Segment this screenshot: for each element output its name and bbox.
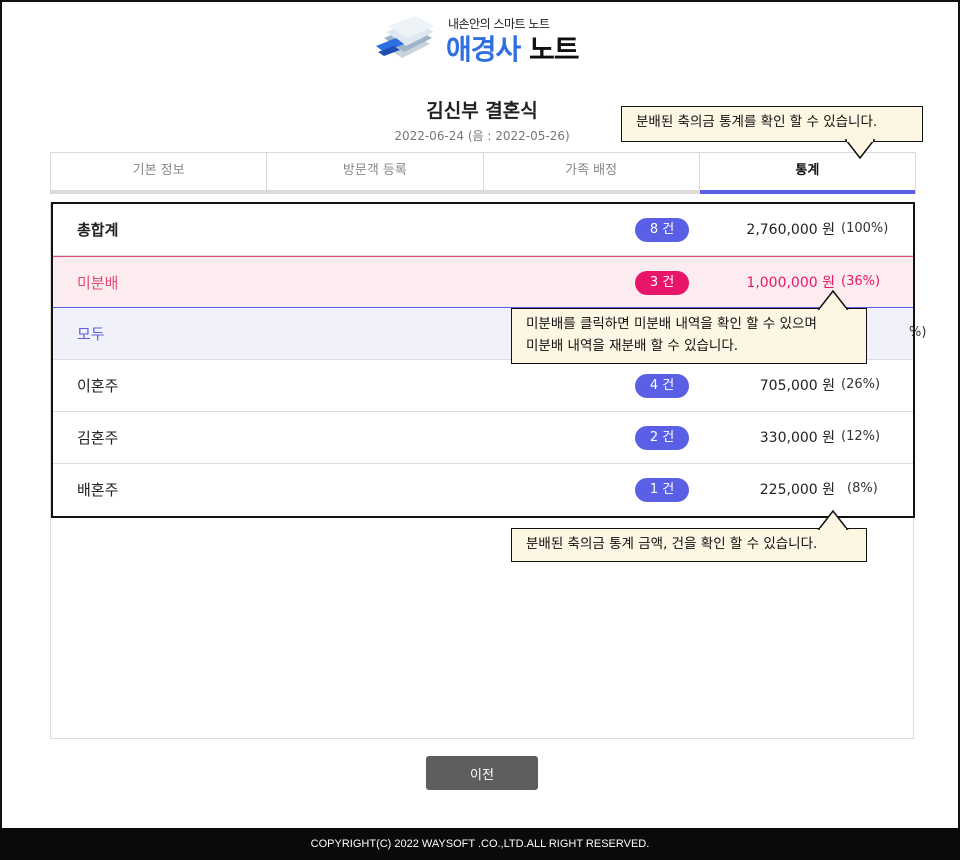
tab-basic-info[interactable]: 기본 정보 [51,153,268,194]
count-badge: 2 건 [635,426,689,450]
tooltip-text-line1: 미분배를 클릭하면 미분배 내역을 확인 할 수 있으며 [526,316,817,332]
stats-row-unassigned[interactable]: 미분배 3 건 1,000,000 원 (36%) [53,256,913,308]
tooltip-text: 분배된 축의금 통계 금액, 건을 확인 할 수 있습니다. [526,536,818,552]
prev-button[interactable]: 이전 [426,756,538,790]
app-logo: 내손안의 스마트 노트 애경사 노트 [372,12,612,66]
count-badge: 3 건 [635,271,689,295]
logo-title-brand: 애경사 [446,33,521,66]
stats-row-groom-kim[interactable]: 김혼주 2 건 330,000 원 (12%) [53,412,913,464]
tooltip-pointer-icon [844,139,876,160]
row-label: 미분배 [77,274,119,292]
amount-value: 1,000,000 원 [746,275,835,291]
tab-statistics[interactable]: 통계 [699,153,915,194]
tab-visitor-registration[interactable]: 방문객 등록 [267,153,484,194]
percent-value: (100%) [841,221,889,236]
tooltip-unassigned: 미분배를 클릭하면 미분배 내역을 확인 할 수 있으며 미분배 내역을 재분배… [511,289,867,364]
logo-title-note: 노트 [529,33,580,66]
row-label: 모두 [77,325,105,343]
row-label: 총합계 [77,221,119,239]
count-badge: 8 건 [635,218,689,242]
tooltip-text-line2: 미분배 내역을 재분배 할 수 있습니다. [526,338,739,354]
percent-value: (12%) [841,429,881,444]
row-label: 이혼주 [77,377,119,395]
tooltip-pointer-icon [817,289,849,311]
footer-copyright: COPYRIGHT(C) 2022 WAYSOFT .CO.,LTD.ALL R… [0,828,960,860]
percent-value: (36%) [841,274,881,289]
tooltip-stats-tab: 분배된 축의금 통계를 확인 할 수 있습니다. [621,106,923,160]
amount-value: 2,760,000 원 [746,222,835,238]
stats-row-total[interactable]: 총합계 8 건 2,760,000 원 (100%) [53,204,913,256]
percent-value: %) [909,325,927,340]
percent-value: (8%) [847,481,878,496]
notebook-logo-icon [376,16,434,58]
row-label: 배혼주 [77,481,119,499]
count-badge: 4 건 [635,374,689,398]
stats-row-groom-bae[interactable]: 배혼주 1 건 225,000 원 (8%) [53,464,913,516]
tab-family-assignment[interactable]: 가족 배정 [483,153,700,194]
tooltip-pointer-icon [817,509,849,531]
tooltip-text: 분배된 축의금 통계를 확인 할 수 있습니다. [636,114,878,130]
stats-row-groom-lee[interactable]: 이혼주 4 건 705,000 원 (26%) [53,360,913,412]
row-label: 김혼주 [77,429,119,447]
amount-value: 225,000 원 [759,482,835,498]
amount-value: 330,000 원 [759,430,835,446]
logo-title: 애경사 노트 [446,28,580,68]
tooltip-amounts: 분배된 축의금 통계 금액, 건을 확인 할 수 있습니다. [511,509,867,562]
count-badge: 1 건 [635,478,689,502]
percent-value: (26%) [841,377,881,392]
app-frame: 내손안의 스마트 노트 애경사 노트 김신부 결혼식 2022-06-24 (음… [0,0,960,860]
tab-bar: 기본 정보 방문객 등록 가족 배정 통계 [50,152,916,194]
amount-value: 705,000 원 [759,378,835,394]
